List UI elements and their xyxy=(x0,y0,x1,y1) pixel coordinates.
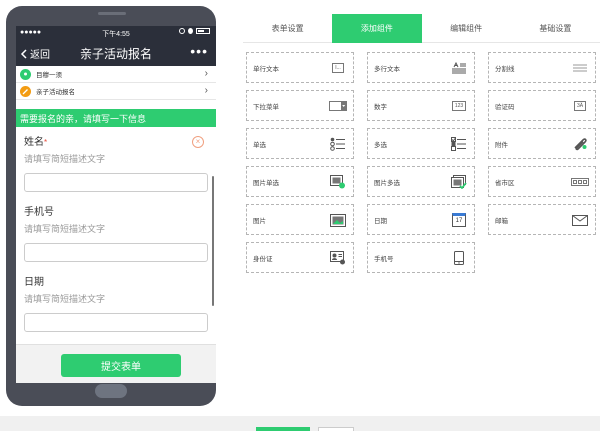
component-label: 附件 xyxy=(495,142,508,149)
settings-tabs: 表单设置 添加组件 编辑组件 基础设置 xyxy=(243,14,600,43)
component-label: 验证码 xyxy=(495,104,515,111)
calendar-icon: 17 xyxy=(450,212,468,228)
component-image-single[interactable]: 图片单选 xyxy=(246,166,354,197)
component-label: 图片单选 xyxy=(253,180,279,187)
component-multi-line-text[interactable]: 多行文本 xyxy=(367,52,475,83)
submit-button[interactable]: 提交表单 xyxy=(61,354,181,377)
form-field-name: 姓名* × 请填写简短描述文字 xyxy=(16,133,216,192)
info-row-title[interactable]: 亲子活动报名 › xyxy=(16,83,216,100)
bluetooth-icon xyxy=(188,28,193,34)
chevron-right-icon: › xyxy=(204,85,208,96)
paperclip-icon xyxy=(571,136,589,152)
id-card-icon xyxy=(329,250,347,266)
component-label: 分割线 xyxy=(495,66,515,73)
component-image[interactable]: 图片 xyxy=(246,204,354,235)
form-field-date: 日期 请填写简短描述文字 xyxy=(16,273,216,332)
component-label: 省市区 xyxy=(495,180,515,187)
component-label: 手机号 xyxy=(374,256,394,263)
component-label: 单行文本 xyxy=(253,66,279,73)
component-image-multi[interactable]: 图片多选 xyxy=(367,166,475,197)
text-input-icon: I... xyxy=(329,60,347,76)
status-bar: ●●●●● 下午4:55 xyxy=(16,26,216,40)
name-input[interactable] xyxy=(24,173,208,192)
battery-icon xyxy=(196,28,210,34)
form-field-phone: 手机号 请填写简短描述文字 xyxy=(16,203,216,262)
textarea-icon xyxy=(450,60,468,76)
field-hint: 请填写简短描述文字 xyxy=(24,224,106,234)
image-multi-icon xyxy=(450,174,468,190)
component-label: 图片 xyxy=(253,218,266,225)
component-divider[interactable]: 分割线 xyxy=(488,52,596,83)
phone-screen: ●●●●● 下午4:55 返回 亲子活动报名 ••• 目穆一须 › 亲子活动报名… xyxy=(16,26,216,383)
clear-icon[interactable]: × xyxy=(192,136,204,148)
component-label: 身份证 xyxy=(253,256,273,263)
checkbox-list-icon xyxy=(450,136,468,152)
home-button[interactable] xyxy=(95,384,127,398)
field-label: 手机号 xyxy=(24,207,54,218)
field-hint: 请填写简短描述文字 xyxy=(24,154,106,164)
form-banner: 需要报名的亲，请填写一下信息 xyxy=(16,109,216,127)
tab-form-settings[interactable]: 表单设置 xyxy=(243,14,333,43)
radio-list-icon xyxy=(329,136,347,152)
mail-icon xyxy=(571,212,589,228)
info-row-location[interactable]: 目穆一须 › xyxy=(16,66,216,83)
component-mobile[interactable]: 手机号 xyxy=(367,242,475,273)
field-label: 姓名* xyxy=(24,137,48,148)
info-row-text: 目穆一须 xyxy=(36,72,62,79)
pencil-icon xyxy=(20,85,31,97)
component-label: 图片多选 xyxy=(374,180,400,187)
location-pin-icon xyxy=(20,68,31,80)
page-title: 亲子活动报名 xyxy=(79,47,152,61)
tab-basic-settings[interactable]: 基础设置 xyxy=(510,14,600,43)
save-button[interactable] xyxy=(256,427,310,431)
component-radio[interactable]: 单选 xyxy=(246,128,354,159)
component-captcha[interactable]: 验证码 3Ä xyxy=(488,90,596,121)
field-label: 日期 xyxy=(24,277,44,288)
component-label: 邮箱 xyxy=(495,218,508,225)
date-input[interactable] xyxy=(24,313,208,332)
scrollbar[interactable] xyxy=(212,176,214,306)
image-single-icon xyxy=(329,174,347,190)
captcha-icon: 3Ä xyxy=(571,98,589,114)
component-attachment[interactable]: 附件 xyxy=(488,128,596,159)
component-checkbox[interactable]: 多选 xyxy=(367,128,475,159)
nav-bar: 返回 亲子活动报名 ••• xyxy=(16,40,216,66)
component-label: 日期 xyxy=(374,218,387,225)
submit-bar: 提交表单 xyxy=(16,344,216,383)
dropdown-icon xyxy=(329,98,347,114)
field-hint: 请填写简短描述文字 xyxy=(24,294,106,304)
status-icons xyxy=(179,28,210,34)
component-label: 多选 xyxy=(374,142,387,149)
component-number[interactable]: 数字 123 xyxy=(367,90,475,121)
component-dropdown[interactable]: 下拉菜单 xyxy=(246,90,354,121)
component-email[interactable]: 邮箱 xyxy=(488,204,596,235)
phone-speaker xyxy=(98,12,126,15)
info-row-text: 亲子活动报名 xyxy=(36,89,75,96)
component-label: 多行文本 xyxy=(374,66,400,73)
more-menu-button[interactable]: ••• xyxy=(190,43,208,59)
region-icon xyxy=(571,174,589,190)
image-icon xyxy=(329,212,347,228)
alarm-icon xyxy=(179,28,185,34)
phone-input[interactable] xyxy=(24,243,208,262)
number-icon: 123 xyxy=(450,98,468,114)
mobile-icon xyxy=(450,250,468,266)
component-label: 数字 xyxy=(374,104,387,111)
component-label: 单选 xyxy=(253,142,266,149)
chevron-right-icon: › xyxy=(204,68,208,79)
component-id-card[interactable]: 身份证 xyxy=(246,242,354,273)
component-date[interactable]: 日期 17 xyxy=(367,204,475,235)
tab-edit-component[interactable]: 编辑组件 xyxy=(421,14,511,43)
tab-add-component[interactable]: 添加组件 xyxy=(332,14,422,43)
phone-preview: ●●●●● 下午4:55 返回 亲子活动报名 ••• 目穆一须 › 亲子活动报名… xyxy=(6,6,216,406)
component-label: 下拉菜单 xyxy=(253,104,279,111)
component-region[interactable]: 省市区 xyxy=(488,166,596,197)
component-single-line-text[interactable]: 单行文本 I... xyxy=(246,52,354,83)
page: ●●●●● 下午4:55 返回 亲子活动报名 ••• 目穆一须 › 亲子活动报名… xyxy=(0,0,600,431)
required-marker: * xyxy=(44,138,48,147)
divider-icon xyxy=(571,60,589,76)
cancel-button[interactable] xyxy=(318,427,354,431)
